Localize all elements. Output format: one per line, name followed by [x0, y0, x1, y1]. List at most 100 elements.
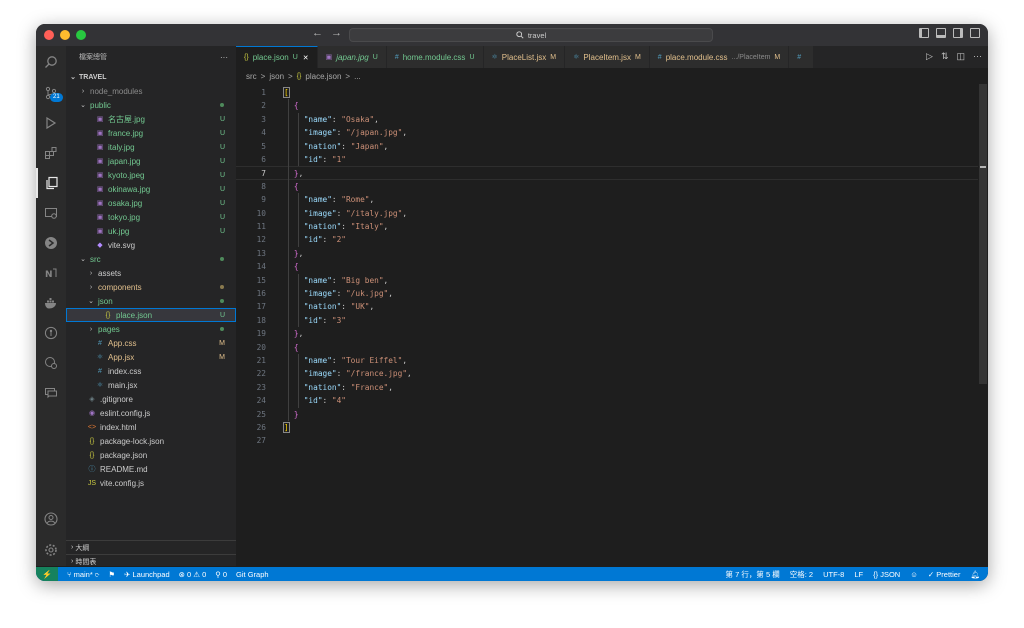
explorer-icon[interactable] — [36, 168, 66, 198]
nx-console-icon[interactable]: N — [36, 258, 66, 288]
end-of-line[interactable]: LF — [854, 570, 863, 579]
branch-status[interactable]: ⑂ main* ⟳ — [67, 570, 99, 579]
folder-json[interactable]: ⌄ json — [66, 294, 236, 308]
timeline-clock-icon[interactable] — [36, 348, 66, 378]
folder-assets[interactable]: › assets — [66, 266, 236, 280]
notifications-bell-icon[interactable]: 🔔︎ — [970, 570, 980, 579]
folder-pages[interactable]: › pages — [66, 322, 236, 336]
file-index-html[interactable]: <> index.html — [66, 420, 236, 434]
breadcrumb-symbol[interactable]: ... — [354, 72, 361, 81]
git-graph-icon[interactable] — [36, 318, 66, 348]
code-token: "Big ben" — [341, 275, 384, 285]
tab-placelist-jsx[interactable]: ⚛ PlaceList.jsx M — [483, 46, 566, 68]
indentation[interactable]: 空格: 2 — [790, 569, 813, 580]
run-icon[interactable]: ▷ — [926, 51, 933, 62]
file-osaka-jpg[interactable]: ▣ osaka.jpg U — [66, 196, 236, 210]
file-vite-svg[interactable]: ◆ vite.svg — [66, 238, 236, 252]
tab-place-json[interactable]: {} place.json U ✕ — [236, 46, 318, 68]
search-icon[interactable] — [36, 47, 66, 77]
file-encoding[interactable]: UTF-8 — [823, 570, 844, 579]
toggle-primary-sidebar-icon[interactable] — [919, 28, 929, 38]
copilot-icon[interactable]: ☺ — [910, 570, 918, 579]
launchpad-status[interactable]: ✈ Launchpad — [124, 570, 170, 579]
workspace-root-travel[interactable]: ⌄ TRAVEL — [66, 70, 236, 84]
tab-home-module-css[interactable]: # home.module.css U — [386, 46, 484, 68]
file-index-css[interactable]: # index.css — [66, 364, 236, 378]
settings-gear-icon[interactable] — [36, 535, 66, 565]
folder-node-modules[interactable]: › node_modules — [66, 84, 236, 98]
file-main-jsx[interactable]: ⚛ main.jsx — [66, 378, 236, 392]
folder-public[interactable]: ⌄ public — [66, 98, 236, 112]
file-vite-config-js[interactable]: JS vite.config.js — [66, 476, 236, 490]
close-tab-icon[interactable]: ✕ — [303, 54, 309, 62]
docker-icon[interactable] — [36, 288, 66, 318]
tab-place-module-css[interactable]: # place.module.css .../PlaceItem M — [649, 46, 790, 68]
code-token: "image" — [303, 128, 337, 138]
cursor-position[interactable]: 第 7 行，第 5 欄 — [726, 569, 780, 580]
language-mode[interactable]: {} JSON — [873, 570, 900, 579]
tab-placeitem-jsx[interactable]: ⚛ PlaceItem.jsx M — [565, 46, 650, 68]
ports-status[interactable]: ⚲ 0 — [215, 570, 227, 579]
code-line: 16 "image": "/uk.jpg", — [236, 287, 986, 300]
file-okinawa-jpg[interactable]: ▣ okinawa.jpg U — [66, 182, 236, 196]
file-place-json[interactable]: {} place.json U — [66, 308, 236, 322]
accounts-icon[interactable] — [36, 504, 66, 534]
folder-components[interactable]: › components — [66, 280, 236, 294]
repo-status-icon[interactable]: ⚑ — [108, 570, 115, 579]
git-status-badge: M — [219, 339, 225, 347]
source-control-icon[interactable]: 21 — [36, 78, 66, 108]
file-gitignore[interactable]: ◈ .gitignore — [66, 392, 236, 406]
file-package-lock-json[interactable]: {} package-lock.json — [66, 434, 236, 448]
customize-layout-icon[interactable] — [970, 28, 980, 38]
file-package-json[interactable]: {} package.json — [66, 448, 236, 462]
outline-section-header[interactable]: › 大綱 — [66, 540, 236, 554]
file-italy-jpg[interactable]: ▣ italy.jpg U — [66, 140, 236, 154]
gitkraken-icon[interactable] — [36, 228, 66, 258]
status-bar-right: 第 7 行，第 5 欄 空格: 2 UTF-8 LF {} JSON ☺ ✓ P… — [726, 567, 980, 581]
run-debug-icon[interactable] — [36, 108, 66, 138]
file-kyoto-jpeg[interactable]: ▣ kyoto.jpeg U — [66, 168, 236, 182]
command-center-search[interactable]: travel — [349, 28, 713, 42]
more-actions-icon[interactable]: ··· — [220, 53, 228, 62]
file-app-css[interactable]: # App.css M — [66, 336, 236, 350]
maximize-window-button[interactable] — [76, 30, 86, 40]
file-japan-jpg[interactable]: ▣ japan.jpg U — [66, 154, 236, 168]
file-uk-jpg[interactable]: ▣ uk.jpg U — [66, 224, 236, 238]
code-token: { — [293, 101, 299, 111]
toggle-secondary-sidebar-icon[interactable] — [953, 28, 963, 38]
comments-icon[interactable] — [36, 378, 66, 408]
toggle-panel-icon[interactable] — [936, 28, 946, 38]
file-eslint-config-js[interactable]: ◉ eslint.config.js — [66, 406, 236, 420]
code-editor[interactable]: 1[2{3 "name": "Osaka", 4 "image": "/japan.j… — [236, 84, 986, 566]
outline-label: 大綱 — [75, 544, 90, 552]
tab-git-status: U — [372, 53, 378, 61]
tab-overflow[interactable]: # — [789, 46, 815, 68]
tree-item-label: index.html — [100, 422, 137, 432]
close-window-button[interactable] — [44, 30, 54, 40]
extensions-icon[interactable] — [36, 138, 66, 168]
timeline-section-header[interactable]: › 時間表 — [66, 554, 236, 568]
code-token: ] — [283, 422, 290, 433]
prettier-status[interactable]: ✓ Prettier — [928, 570, 961, 579]
breadcrumb-json[interactable]: json — [269, 72, 284, 81]
split-editor-icon[interactable]: ◫ — [956, 51, 965, 62]
remote-explorer-icon[interactable] — [36, 198, 66, 228]
tab-japan-jpg[interactable]: ▣ japan.jpg U — [317, 46, 387, 68]
git-graph-status[interactable]: Git Graph — [236, 570, 269, 579]
file-tokyo-jpg[interactable]: ▣ tokyo.jpg U — [66, 210, 236, 224]
problems-status[interactable]: ⊗ 0 ⚠ 0 — [179, 570, 207, 579]
file-readme-md[interactable]: ⓘ README.md — [66, 462, 236, 476]
breadcrumb-file[interactable]: place.json — [305, 72, 341, 81]
compare-changes-icon[interactable]: ⇅ — [941, 51, 949, 62]
remote-indicator-icon[interactable]: ⚡ — [36, 567, 58, 581]
breadcrumb-src[interactable]: src — [246, 72, 257, 81]
forward-arrow-icon[interactable]: → — [331, 27, 342, 39]
file-france-jpg[interactable]: ▣ france.jpg U — [66, 126, 236, 140]
more-actions-icon[interactable]: ··· — [973, 51, 982, 62]
minimize-window-button[interactable] — [60, 30, 70, 40]
editor-scrollbar-thumb[interactable] — [979, 84, 987, 384]
folder-src[interactable]: ⌄ src — [66, 252, 236, 266]
back-arrow-icon[interactable]: ← — [312, 27, 323, 39]
file-jpg[interactable]: ▣ 名古屋.jpg U — [66, 112, 236, 126]
file-app-jsx[interactable]: ⚛ App.jsx M — [66, 350, 236, 364]
